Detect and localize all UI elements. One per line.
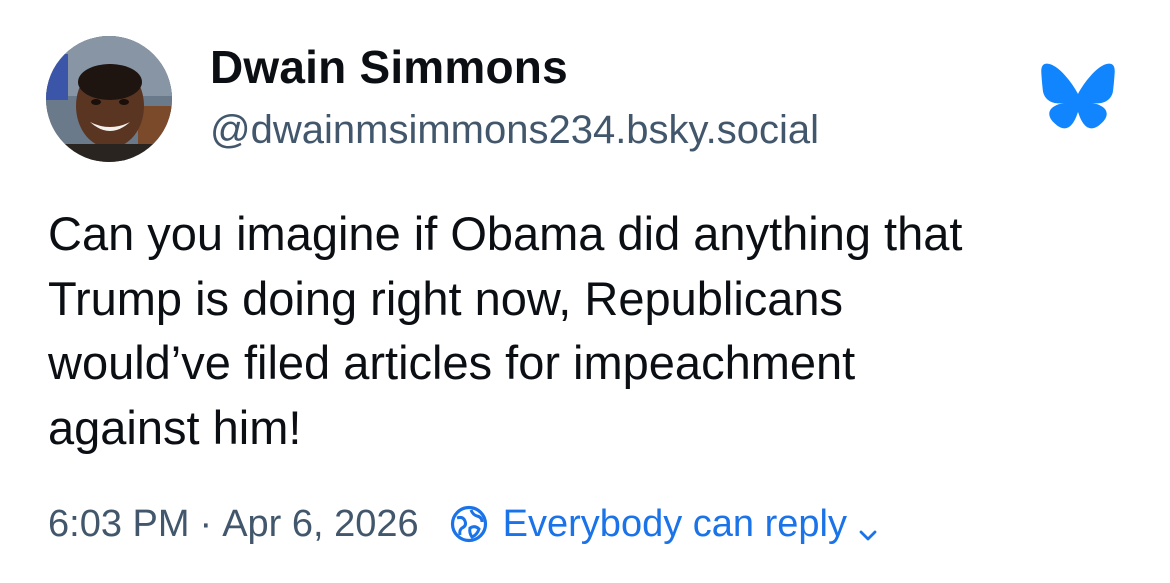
globe-icon xyxy=(449,504,489,544)
post-meta: 6:03 PM · Apr 6, 2026 Everybody can repl… xyxy=(48,500,879,548)
reply-setting-label: Everybody can reply xyxy=(502,502,847,545)
author-display-name[interactable]: Dwain Simmons xyxy=(210,40,568,94)
reply-setting-button[interactable]: Everybody can reply xyxy=(449,503,879,546)
avatar[interactable] xyxy=(46,36,172,162)
meta-separator: · xyxy=(199,502,213,545)
post-text: Can you imagine if Obama did anything th… xyxy=(48,207,963,454)
post-date[interactable]: Apr 6, 2026 xyxy=(222,503,418,546)
post-time[interactable]: 6:03 PM xyxy=(48,503,190,546)
chevron-down-icon xyxy=(857,513,879,541)
bluesky-butterfly-icon xyxy=(1040,62,1116,130)
author-handle[interactable]: @dwainmsimmons234.bsky.social xyxy=(210,108,819,153)
avatar-photo xyxy=(46,36,172,162)
post-card: Dwain Simmons @dwainmsimmons234.bsky.soc… xyxy=(0,0,1170,583)
